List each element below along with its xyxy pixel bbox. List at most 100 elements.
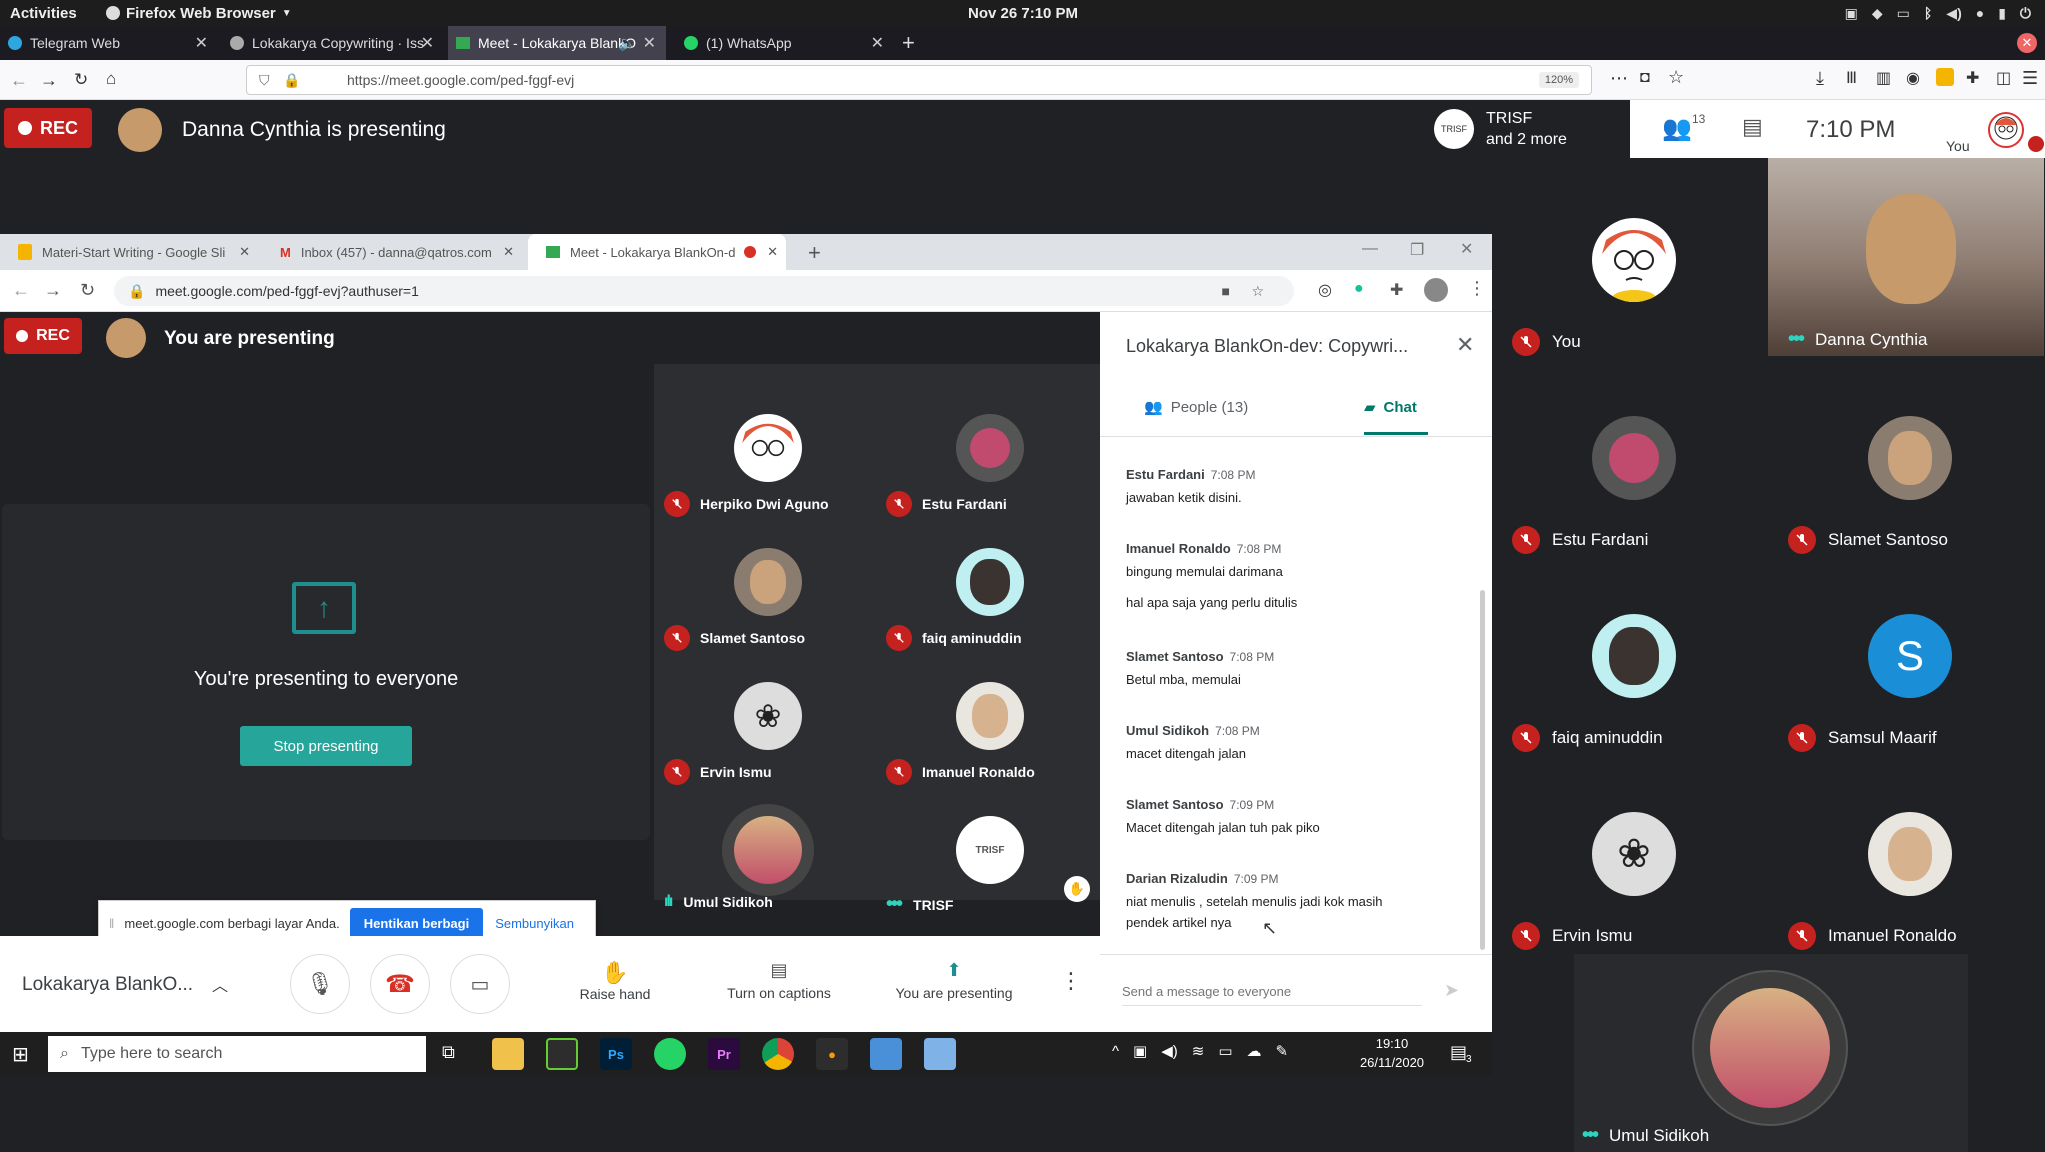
profile-avatar[interactable] [1424, 278, 1448, 302]
hand-icon[interactable]: ✋ [1064, 876, 1090, 902]
grid-tile[interactable]: Estu Fardani [878, 394, 1100, 528]
close-icon[interactable]: ✕ [643, 33, 656, 53]
drag-handle-icon[interactable]: ‖ [109, 916, 114, 931]
participant-tile[interactable]: S Samsul Maarif [1768, 554, 2044, 752]
minimize-icon[interactable]: — [1362, 240, 1378, 258]
camera-icon[interactable]: ■ [1222, 283, 1230, 299]
speaker-icon[interactable]: 🔈 [619, 35, 636, 52]
back-icon[interactable]: ← [10, 70, 28, 91]
chrome-url-bar[interactable]: 🔒 meet.google.com/ped-fggf-evj?authuser=… [114, 276, 1294, 306]
tab-whatsapp[interactable]: (1) WhatsApp ✕ [676, 26, 894, 60]
chat-input[interactable] [1122, 978, 1422, 1006]
container-icon[interactable]: ◫ [1996, 68, 2011, 88]
puzzle-icon[interactable]: ✚ [1390, 280, 1403, 300]
tab-slides[interactable]: Materi-Start Writing - Google Sli ✕ [0, 234, 258, 270]
close-icon[interactable]: ✕ [239, 244, 250, 260]
system-tray[interactable]: ▣ ◆ ▭ ᛒ ◀) ● ▮ ⏻ [1845, 5, 2031, 22]
star-icon[interactable]: ☆ [1668, 67, 1684, 88]
grid-tile[interactable]: faiq aminuddin [878, 528, 1100, 662]
windows-start-icon[interactable]: ⊞ [12, 1042, 29, 1067]
tab-meet-shared[interactable]: Meet - Lokakarya BlankOn-d ✕ [528, 234, 786, 270]
grammarly-icon[interactable]: ● [1354, 280, 1364, 298]
kebab-icon[interactable]: ⋮ [1468, 278, 1486, 299]
star-icon[interactable]: ☆ [1251, 283, 1264, 300]
participant-tile[interactable]: ❀ Ervin Ismu [1492, 752, 1768, 950]
send-icon[interactable]: ➤ [1444, 980, 1459, 1001]
notes-icon[interactable] [924, 1038, 956, 1070]
close-icon[interactable]: ✕ [767, 244, 778, 260]
extension-icon[interactable] [1936, 68, 1954, 86]
pinned-trisf[interactable]: TRISF TRISF and 2 more [1424, 100, 1630, 158]
app-menu[interactable]: Firefox Web Browser ▼ [106, 5, 292, 22]
extension-icon[interactable]: ◎ [1318, 280, 1332, 300]
forward-icon[interactable]: → [40, 70, 58, 91]
app-icon[interactable]: ● [816, 1038, 848, 1070]
whatsapp-icon[interactable] [654, 1038, 686, 1070]
stop-sharing-button[interactable]: Hentikan berbagi [349, 907, 484, 939]
hide-button[interactable]: Sembunyikan [495, 916, 574, 931]
kebab-icon[interactable]: ⋮ [1060, 968, 1082, 994]
window-close-button[interactable]: ✕ [2017, 33, 2037, 53]
download-icon[interactable]: ⤓ [1816, 68, 1824, 89]
participant-tile[interactable]: Imanuel Ronaldo [1768, 752, 2044, 950]
tab-people[interactable]: 👥 People (13) [1144, 398, 1248, 417]
clock[interactable]: Nov 26 7:10 PM [968, 5, 1078, 22]
task-view-icon[interactable]: ⧉ [442, 1042, 455, 1063]
leave-call-button[interactable]: ☎ [370, 954, 430, 1014]
meeting-details-button[interactable]: Lokakarya BlankO... [22, 974, 193, 996]
close-icon[interactable]: ✕ [421, 33, 434, 53]
taskbar-search[interactable]: ⌕ Type here to search [48, 1036, 426, 1072]
tab-github[interactable]: Lokakarya Copywriting · Iss ✕ [222, 26, 444, 60]
premiere-icon[interactable]: Pr [708, 1038, 740, 1070]
chrome-icon[interactable] [762, 1038, 794, 1070]
microphone-button[interactable]: 🎙 [290, 954, 350, 1014]
participant-tile-speaking[interactable]: ••• Umul Sidikoh [1574, 954, 1968, 1152]
shield-icon[interactable]: ⛉ [259, 72, 270, 89]
lock-icon[interactable]: 🔒 [283, 72, 300, 89]
tab-meet-active[interactable]: Meet - Lokakarya BlankO 🔈 ✕ [448, 26, 666, 60]
file-explorer-icon[interactable] [492, 1038, 524, 1070]
forward-icon[interactable]: → [44, 280, 62, 301]
taskbar-clock[interactable]: 19:10 26/11/2020 [1352, 1036, 1432, 1070]
url-bar[interactable]: ⛉ 🔒 https://meet.google.com/ped-fggf-evj… [246, 65, 1592, 95]
self-avatar[interactable] [1988, 112, 2024, 148]
reload-icon[interactable]: ↻ [74, 70, 88, 90]
grid-tile[interactable]: Slamet Santoso [656, 528, 878, 662]
chat-icon[interactable]: ▤ [1742, 114, 1763, 140]
account-icon[interactable]: ◉ [1906, 68, 1920, 88]
library-icon[interactable]: Ⅲ [1846, 68, 1857, 88]
chat-scrollbar[interactable] [1480, 590, 1485, 950]
participant-tile[interactable]: faiq aminuddin [1492, 554, 1768, 752]
grid-tile[interactable]: TRISF ••• TRISF ✋ [878, 796, 1100, 930]
pocket-icon[interactable]: ◘ [1640, 69, 1650, 87]
close-icon[interactable]: ✕ [871, 33, 884, 53]
captions-button[interactable]: ▤ Turn on captions [714, 960, 844, 1001]
tab-gmail[interactable]: M Inbox (457) - danna@qatros.com ✕ [262, 234, 522, 270]
close-window-icon[interactable]: ✕ [1460, 239, 1473, 259]
menu-icon[interactable]: ☰ [2022, 68, 2038, 89]
participant-tile-video[interactable]: ••• Danna Cynthia [1768, 158, 2044, 356]
raise-hand-button[interactable]: ✋ Raise hand [570, 960, 660, 1002]
notification-icon[interactable]: ▤ [1450, 1042, 1467, 1063]
participant-tile[interactable]: You [1492, 158, 1768, 356]
grid-tile[interactable]: Herpiko Dwi Aguno [656, 394, 878, 528]
more-icon[interactable]: ⋯ [1610, 68, 1628, 89]
presenting-button[interactable]: ⬆ You are presenting [884, 960, 1024, 1001]
back-icon[interactable]: ← [12, 280, 30, 301]
new-tab-button[interactable]: + [902, 30, 915, 56]
tab-chat[interactable]: ▰ Chat [1364, 398, 1417, 417]
addons-icon[interactable]: ✚ [1966, 68, 1979, 88]
app-icon[interactable] [546, 1038, 578, 1070]
close-icon[interactable]: ✕ [1456, 332, 1474, 358]
close-icon[interactable]: ✕ [195, 33, 208, 53]
reload-icon[interactable]: ↻ [80, 280, 95, 301]
sidebar-icon[interactable]: ▥ [1876, 68, 1891, 88]
photos-icon[interactable] [870, 1038, 902, 1070]
participant-tile[interactable]: Slamet Santoso [1768, 356, 2044, 554]
activities-button[interactable]: Activities [10, 5, 77, 22]
participant-tile[interactable]: Estu Fardani [1492, 356, 1768, 554]
stop-presenting-button[interactable]: Stop presenting [240, 726, 412, 766]
home-icon[interactable]: ⌂ [106, 69, 116, 89]
tray[interactable]: ^ ▣ ◀) ≋ ▭ ☁ ✎ [1112, 1042, 1288, 1061]
maximize-icon[interactable]: ❐ [1410, 240, 1424, 260]
